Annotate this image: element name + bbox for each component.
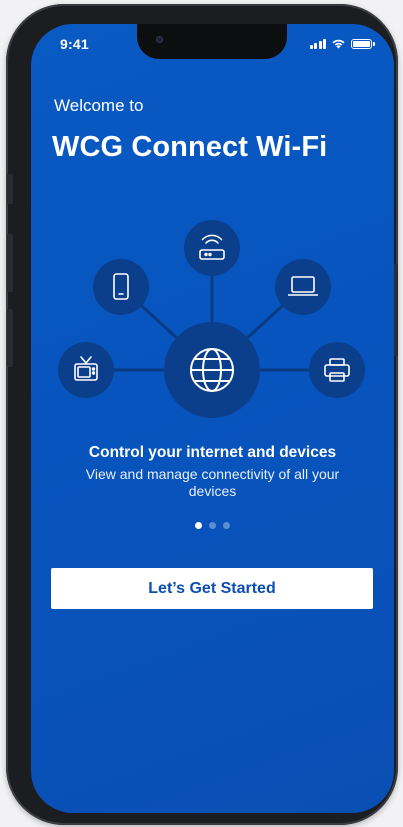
tv-node xyxy=(58,342,114,398)
page-indicator[interactable] xyxy=(31,522,394,529)
page-dot-2[interactable] xyxy=(209,522,216,529)
feature-description: View and manage connectivity of all your… xyxy=(85,466,340,499)
volume-up-button xyxy=(7,234,13,292)
silent-switch xyxy=(7,174,13,204)
phone-frame: 9:41 Welcome to WCG Connect Wi-Fi Contro… xyxy=(6,4,398,825)
network-illustration xyxy=(58,220,365,418)
volume-down-button xyxy=(7,309,13,367)
app-screen: 9:41 Welcome to WCG Connect Wi-Fi Contro… xyxy=(31,24,394,813)
page-dot-3[interactable] xyxy=(223,522,230,529)
router-node xyxy=(184,220,240,276)
printer-node xyxy=(309,342,365,398)
feature-title: Control your internet and devices xyxy=(88,444,337,461)
page-dot-1[interactable] xyxy=(195,522,202,529)
get-started-button[interactable]: Let’s Get Started xyxy=(51,568,373,609)
phone-node xyxy=(93,259,149,315)
hub-node xyxy=(164,322,260,418)
laptop-node xyxy=(275,259,331,315)
